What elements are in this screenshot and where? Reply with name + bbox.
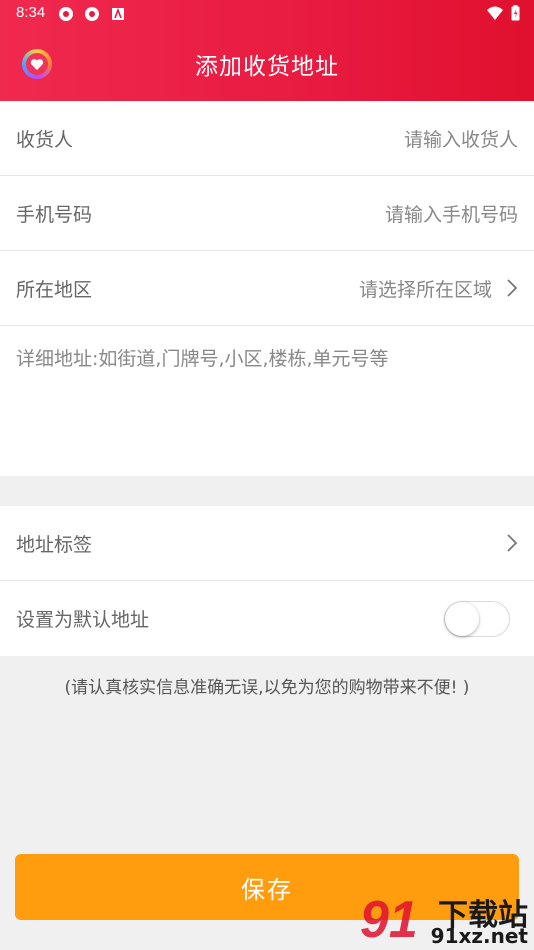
detail-address-input[interactable]: 详细地址:如街道,门牌号,小区,楼栋,单元号等 — [0, 326, 534, 476]
region-row[interactable]: 所在地区 请选择所在区域 — [0, 251, 534, 326]
receiver-label: 收货人 — [16, 128, 74, 151]
status-bar: 8:34 — [0, 0, 534, 28]
address-form: 收货人 请输入收货人 手机号码 请输入手机号码 所在地区 请选择所在区域 详细地… — [0, 101, 534, 476]
chevron-right-icon — [507, 534, 518, 552]
phone-label: 手机号码 — [16, 203, 93, 226]
app-notification-icon — [59, 7, 73, 21]
phone-input[interactable]: 请输入手机号码 — [385, 200, 518, 227]
app-notification-icon — [85, 7, 99, 21]
address-options: 地址标签 设置为默认地址 — [0, 506, 534, 656]
app-header: 8:34 添加收货地址 — [0, 0, 534, 101]
region-selector[interactable]: 请选择所在区域 — [359, 275, 518, 302]
chevron-right-icon — [507, 279, 518, 297]
region-placeholder: 请选择所在区域 — [358, 278, 492, 301]
status-time: 8:34 — [16, 4, 46, 21]
region-label: 所在地区 — [16, 278, 93, 301]
page-title: 添加收货地址 — [195, 54, 339, 80]
watermark: 91 下载站 91xz.net — [360, 890, 532, 950]
font-notification-icon — [112, 7, 124, 20]
default-address-row: 设置为默认地址 — [0, 581, 534, 656]
watermark-text-bottom: 91xz.net — [430, 924, 528, 948]
receiver-row[interactable]: 收货人 请输入收货人 — [0, 101, 534, 176]
default-address-label: 设置为默认地址 — [16, 609, 150, 631]
wifi-icon — [487, 6, 503, 20]
receiver-input[interactable]: 请输入收货人 — [404, 125, 518, 152]
address-tag-label: 地址标签 — [16, 533, 93, 556]
address-tag-row[interactable]: 地址标签 — [0, 506, 534, 581]
battery-icon — [511, 5, 520, 21]
watermark-logo: 91 — [360, 891, 418, 949]
address-tag-arrow[interactable] — [492, 533, 518, 553]
section-divider — [0, 477, 534, 506]
phone-row[interactable]: 手机号码 请输入手机号码 — [0, 176, 534, 251]
toggle-knob — [445, 601, 479, 636]
default-address-toggle[interactable] — [444, 600, 510, 637]
verification-notice: (请认真核实信息准确无误,以免为您的购物带来不便! ) — [64, 678, 470, 698]
